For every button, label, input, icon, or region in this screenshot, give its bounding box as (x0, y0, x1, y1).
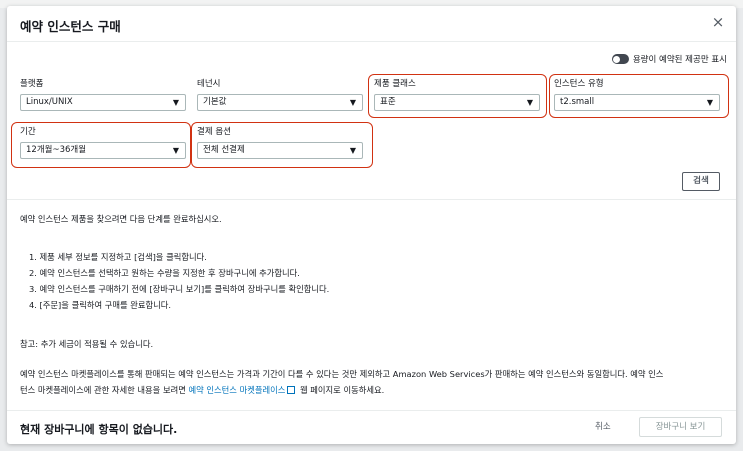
external-link-icon[interactable] (287, 386, 296, 394)
empty-cart-message: 현재 장바구니에 항목이 없습니다. (20, 423, 178, 436)
highlight-duration (11, 122, 191, 168)
marketplace-info-prefix: 턴스 마켓플레이스에 관한 자세한 내용을 보려면 (20, 385, 186, 395)
highlight-instance-type (549, 74, 729, 118)
modal-title: 예약 인스턴스 구매 (20, 19, 121, 34)
section-divider (7, 199, 736, 200)
platform-select[interactable]: Linux/UNIX ▼ (20, 94, 186, 111)
chevron-down-icon: ▼ (172, 98, 179, 107)
platform-label: 플랫폼 (20, 79, 44, 89)
instruction-step-2: 2. 예약 인스턴스를 선택하고 원하는 수량을 지정한 후 장바구니에 추가합… (29, 268, 300, 278)
close-icon[interactable]: × (710, 14, 726, 30)
tenancy-field: 테넌시 기본값 ▼ (197, 78, 363, 112)
highlight-product-class (368, 74, 547, 118)
capacity-reservation-toggle-row[interactable]: 용량이 예약된 제공만 표시 (611, 52, 727, 66)
modal-footer: 현재 장바구니에 항목이 없습니다. 취소 장바구니 보기 (7, 410, 736, 444)
purchase-reserved-instances-modal: 예약 인스턴스 구매 × 용량이 예약된 제공만 표시 플랫폼 Linux/UN… (7, 6, 736, 444)
modal-header: 예약 인스턴스 구매 × (7, 6, 736, 42)
tenancy-select[interactable]: 기본값 ▼ (197, 94, 363, 111)
chevron-down-icon: ▼ (349, 98, 356, 107)
toggle-label: 용량이 예약된 제공만 표시 (632, 55, 727, 65)
tenancy-label: 테넌시 (197, 79, 221, 89)
instructions-intro: 예약 인스턴스 제품을 찾으려면 다음 단계를 완료하십시오. (20, 214, 222, 224)
marketplace-info-line-2: 턴스 마켓플레이스에 관한 자세한 내용을 보려면 예약 인스턴스 마켓플레이스… (20, 383, 384, 397)
instruction-step-3: 3. 예약 인스턴스를 구매하기 전에 [장바구니 보기]를 클릭하여 장바구니… (29, 284, 330, 294)
platform-field: 플랫폼 Linux/UNIX ▼ (20, 78, 186, 112)
tenancy-value: 기본값 (203, 97, 227, 107)
view-cart-button[interactable]: 장바구니 보기 (639, 417, 722, 437)
marketplace-link[interactable]: 예약 인스턴스 마켓플레이스 (189, 385, 286, 395)
marketplace-info-suffix: 웹 페이지로 이동하세요. (300, 385, 385, 395)
instruction-step-4: 4. [주문]을 클릭하여 구매를 완료합니다. (29, 300, 172, 310)
marketplace-info-line-1: 예약 인스턴스 마켓플레이스를 통해 판매되는 예약 인스턴스는 가격과 기간이… (20, 369, 664, 379)
toggle-switch[interactable] (611, 54, 629, 64)
tax-note: 참고: 추가 세금이 적용될 수 있습니다. (20, 339, 154, 349)
search-button[interactable]: 검색 (682, 172, 720, 191)
platform-value: Linux/UNIX (26, 97, 73, 107)
cancel-button[interactable]: 취소 (595, 420, 611, 432)
instruction-step-1: 1. 제품 세부 정보를 지정하고 [검색]을 클릭합니다. (29, 252, 207, 262)
highlight-payment-option (191, 122, 373, 168)
